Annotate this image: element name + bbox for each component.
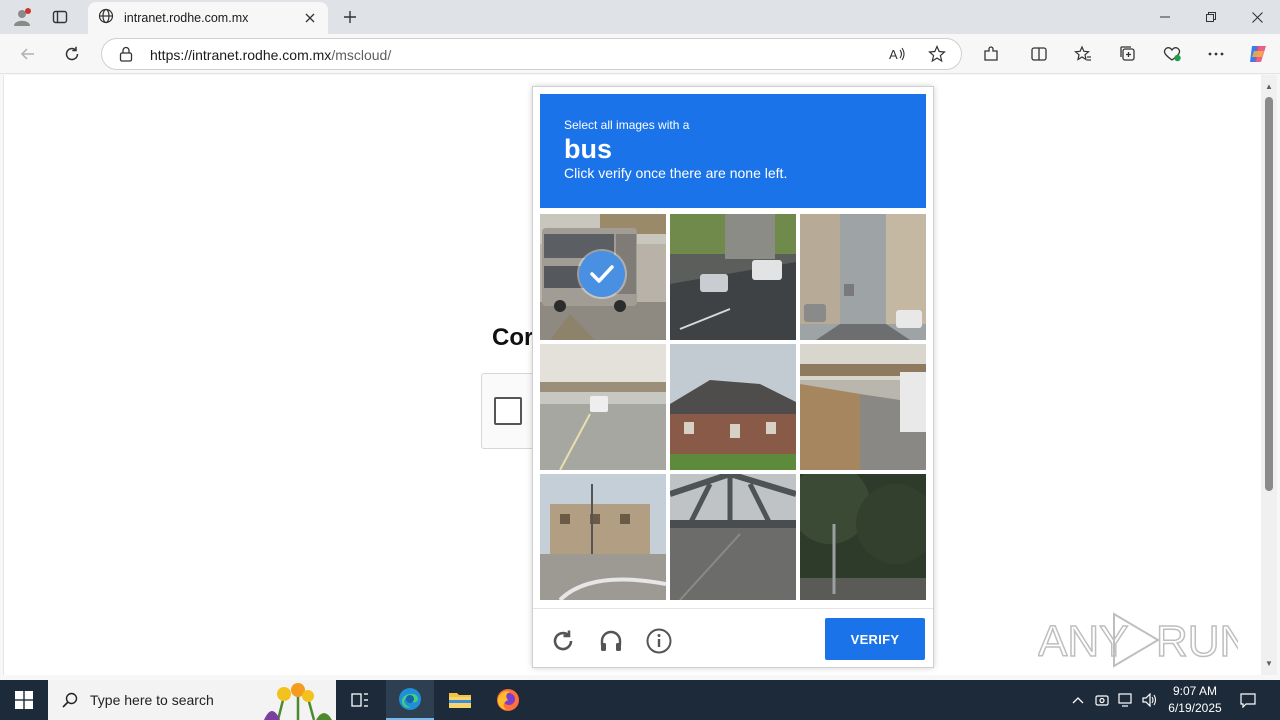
file-explorer-icon[interactable] — [436, 680, 484, 720]
collections-icon[interactable] — [1114, 40, 1142, 68]
captcha-tile-3[interactable] — [800, 214, 926, 340]
lock-icon[interactable] — [119, 46, 133, 67]
audio-challenge-icon[interactable] — [597, 627, 625, 655]
firefox-icon[interactable] — [484, 680, 532, 720]
tab-strip: intranet.rodhe.com.mx — [0, 0, 1280, 34]
system-clock[interactable]: 9:07 AM 6/19/2025 — [1160, 683, 1230, 717]
url-path: /mscloud/ — [331, 47, 392, 63]
scroll-up-arrow-icon[interactable]: ▲ — [1264, 81, 1274, 91]
minimize-icon[interactable] — [1142, 0, 1188, 34]
globe-icon — [98, 8, 114, 29]
scroll-thumb[interactable] — [1265, 97, 1273, 491]
page-heading: Cor — [492, 324, 534, 351]
close-window-icon[interactable] — [1234, 0, 1280, 34]
url-host: https://intranet.rodhe.com.mx — [150, 47, 332, 63]
clock-time: 9:07 AM — [1172, 684, 1218, 698]
captcha-challenge: Select all images with a bus Click verif… — [532, 86, 934, 668]
meet-now-icon[interactable] — [1092, 680, 1112, 720]
back-icon[interactable] — [14, 40, 42, 68]
flowers-icon — [258, 682, 336, 720]
close-tab-icon[interactable] — [302, 10, 318, 26]
network-icon[interactable] — [1116, 680, 1136, 720]
search-placeholder: Type here to search — [90, 692, 214, 708]
tab-title: intranet.rodhe.com.mx — [124, 11, 249, 25]
show-hidden-icons[interactable] — [1068, 680, 1088, 720]
info-icon[interactable] — [645, 627, 673, 655]
captcha-prompt-post: Click verify once there are none left. — [564, 165, 788, 181]
address-bar[interactable]: https://intranet.rodhe.com.mx/mscloud/ A — [101, 38, 962, 70]
taskbar-search-box[interactable]: Type here to search — [48, 680, 336, 720]
profile-icon[interactable] — [8, 4, 36, 30]
verify-button[interactable]: VERIFY — [825, 618, 925, 660]
taskbar: Type here to search 9:07 AM 6/19/2025 — [0, 680, 1280, 720]
windows-start-icon[interactable] — [0, 680, 48, 720]
selected-check-icon — [579, 251, 625, 297]
extensions-icon[interactable] — [977, 40, 1005, 68]
browser-tab[interactable]: intranet.rodhe.com.mx — [88, 2, 328, 34]
anyrun-watermark: ANY RUN — [1037, 610, 1252, 670]
browser-essentials-icon[interactable] — [1158, 40, 1186, 68]
new-tab-icon[interactable] — [338, 4, 362, 30]
page-scrollbar[interactable]: ▲ ▼ — [1261, 75, 1277, 675]
more-options-icon[interactable] — [1202, 40, 1230, 68]
edge-taskbar-icon[interactable] — [386, 680, 434, 720]
captcha-tile-8[interactable] — [670, 474, 796, 600]
captcha-tile-1[interactable] — [540, 214, 666, 340]
watermark-text-right: RUN — [1156, 617, 1238, 666]
tab-actions-icon[interactable] — [46, 4, 74, 30]
search-icon — [62, 692, 78, 708]
captcha-checkbox[interactable] — [494, 397, 522, 425]
captcha-tile-7[interactable] — [540, 474, 666, 600]
captcha-tile-5[interactable] — [670, 344, 796, 470]
volume-icon[interactable] — [1140, 680, 1160, 720]
favorites-icon[interactable] — [1069, 40, 1097, 68]
captcha-header: Select all images with a bus Click verif… — [540, 94, 926, 208]
captcha-target: bus — [564, 134, 613, 164]
split-screen-icon[interactable] — [1025, 40, 1053, 68]
notifications-icon[interactable] — [1236, 680, 1260, 720]
url-text: https://intranet.rodhe.com.mx/mscloud/ — [150, 47, 391, 63]
captcha-prompt-pre: Select all images with a — [564, 118, 690, 132]
captcha-tile-6[interactable] — [800, 344, 926, 470]
captcha-tile-4[interactable] — [540, 344, 666, 470]
svg-text:A: A — [889, 47, 898, 62]
task-view-icon[interactable] — [336, 680, 384, 720]
captcha-tile-2[interactable] — [670, 214, 796, 340]
scroll-down-arrow-icon[interactable]: ▼ — [1264, 658, 1274, 668]
read-aloud-icon[interactable]: A — [888, 46, 906, 67]
favorite-star-icon[interactable] — [928, 45, 946, 68]
reload-icon[interactable] — [549, 627, 577, 655]
captcha-image-grid — [540, 214, 926, 600]
captcha-tile-9[interactable] — [800, 474, 926, 600]
refresh-icon[interactable] — [58, 40, 86, 68]
clock-date: 6/19/2025 — [1168, 701, 1222, 715]
browser-toolbar: https://intranet.rodhe.com.mx/mscloud/ A — [0, 34, 1280, 74]
restore-icon[interactable] — [1188, 0, 1234, 34]
copilot-icon[interactable] — [1244, 40, 1272, 68]
captcha-footer: VERIFY — [533, 608, 933, 668]
